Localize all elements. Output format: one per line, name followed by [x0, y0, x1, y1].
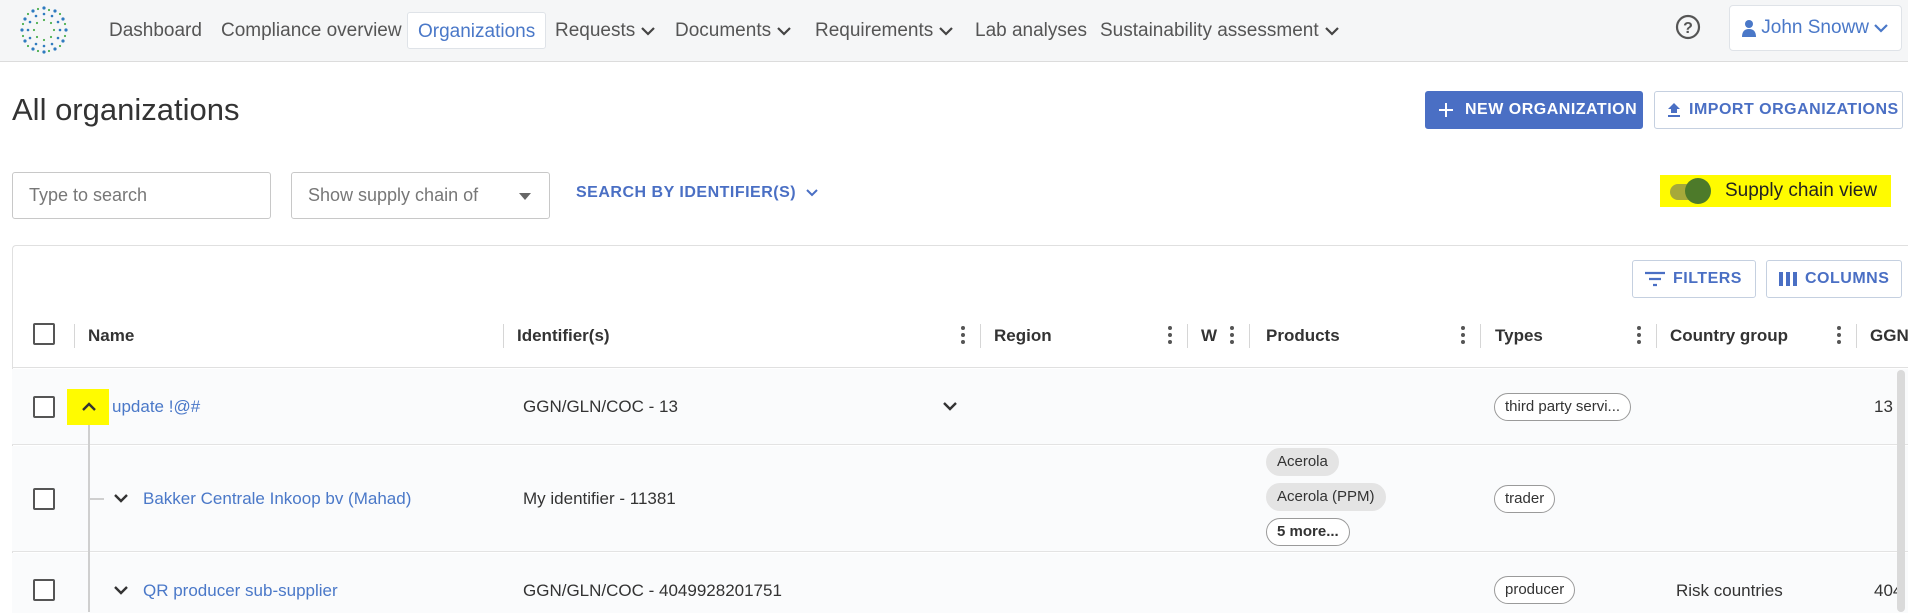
toggle-knob: [1685, 178, 1711, 204]
type-chip: producer: [1494, 576, 1576, 604]
import-organizations-button[interactable]: IMPORT ORGANIZATIONS: [1654, 91, 1903, 129]
row-checkbox[interactable]: [33, 396, 55, 418]
user-menu[interactable]: John Snoww: [1729, 5, 1902, 51]
filters-button[interactable]: FILTERS: [1632, 260, 1756, 298]
chevron-down-icon[interactable]: [942, 401, 958, 412]
user-icon: [1742, 19, 1756, 37]
nav-requirements[interactable]: Requirements: [805, 12, 963, 49]
help-circle-icon[interactable]: ?: [1675, 10, 1715, 50]
kebab-icon[interactable]: [1836, 325, 1842, 347]
chevron-down-icon: [777, 27, 791, 36]
column-header-country-group[interactable]: Country group: [1670, 326, 1788, 346]
column-separator: [1856, 324, 1857, 348]
columns-icon: [1779, 271, 1797, 286]
organization-name-link[interactable]: Bakker Centrale Inkoop bv (Mahad): [143, 489, 411, 509]
user-name: John Snoww: [1761, 17, 1870, 38]
filter-icon: [1645, 271, 1665, 286]
column-separator: [74, 324, 75, 348]
column-separator: [980, 324, 981, 348]
column-separator: [1249, 324, 1250, 348]
identifier-cell: GGN/GLN/COC - 13: [523, 397, 678, 416]
organization-name-link[interactable]: update !@#: [112, 397, 200, 417]
search-input[interactable]: Type to search: [12, 172, 271, 219]
nav-lab-analyses[interactable]: Lab analyses: [965, 12, 1097, 49]
identifier-cell: My identifier - 11381: [523, 489, 676, 508]
table-row[interactable]: QR producer sub-supplier GGN/GLN/COC - 4…: [12, 553, 1908, 613]
row-checkbox[interactable]: [33, 488, 55, 510]
chevron-down-icon: [806, 189, 818, 197]
kebab-icon[interactable]: [960, 325, 966, 347]
column-separator: [1187, 324, 1188, 348]
nav-dashboard[interactable]: Dashboard: [99, 12, 212, 49]
column-separator: [1656, 324, 1657, 348]
product-chip: Acerola (PPM): [1266, 483, 1386, 511]
table-header: Name Identifier(s) Region W Products Typ…: [12, 306, 1908, 368]
identifier-cell: GGN/GLN/COC - 4049928201751: [523, 581, 782, 600]
tree-connector-line: [88, 425, 90, 612]
more-products-chip[interactable]: 5 more...: [1266, 518, 1350, 546]
search-by-identifier-button[interactable]: SEARCH BY IDENTIFIER(S): [576, 184, 818, 202]
organization-name-link[interactable]: QR producer sub-supplier: [143, 581, 338, 601]
nav-organizations[interactable]: Organizations: [407, 12, 547, 49]
kebab-icon[interactable]: [1167, 325, 1173, 347]
column-separator: [503, 324, 504, 348]
column-header-ggn[interactable]: GGN: [1870, 326, 1908, 346]
select-all-checkbox[interactable]: [33, 323, 55, 345]
nav-documents[interactable]: Documents: [665, 12, 801, 49]
row-checkbox[interactable]: [33, 579, 55, 601]
country-group-cell: Risk countries: [1676, 581, 1783, 600]
column-header-name[interactable]: Name: [88, 326, 134, 346]
chevron-down-icon[interactable]: [113, 493, 129, 504]
column-header-products[interactable]: Products: [1266, 326, 1340, 346]
type-chip: third party servi...: [1494, 393, 1632, 421]
logo-icon[interactable]: [16, 2, 72, 58]
kebab-icon[interactable]: [1229, 325, 1235, 347]
column-separator: [1480, 324, 1481, 348]
column-header-types[interactable]: Types: [1495, 326, 1543, 346]
column-header-region[interactable]: Region: [994, 326, 1052, 346]
tree-connector-line: [88, 498, 104, 500]
columns-button[interactable]: COLUMNS: [1766, 260, 1902, 298]
table-row[interactable]: update !@# GGN/GLN/COC - 13 third party …: [12, 369, 1908, 445]
chevron-down-icon: [939, 27, 954, 36]
supply-chain-view-toggle[interactable]: Supply chain view: [1660, 175, 1891, 207]
column-header-identifiers[interactable]: Identifier(s): [517, 326, 610, 346]
table-row[interactable]: Bakker Centrale Inkoop bv (Mahad) My ide…: [12, 446, 1908, 552]
upload-icon: [1668, 102, 1680, 117]
top-navigation: Dashboard Compliance overview Organizati…: [0, 0, 1908, 62]
svg-text:?: ?: [1683, 20, 1693, 37]
nav-requests[interactable]: Requests: [545, 12, 665, 49]
chevron-down-icon: [1324, 27, 1339, 36]
collapse-expander[interactable]: [67, 389, 109, 425]
kebab-icon[interactable]: [1636, 325, 1642, 347]
ggn-cell: 13: [1874, 397, 1893, 416]
supply-chain-select[interactable]: Show supply chain of: [291, 172, 550, 219]
chevron-down-icon[interactable]: [113, 585, 129, 596]
chevron-down-icon: [641, 27, 656, 36]
new-organization-button[interactable]: NEW ORGANIZATION: [1425, 91, 1643, 129]
chevron-up-icon: [82, 402, 96, 411]
nav-compliance-overview[interactable]: Compliance overview: [211, 12, 412, 49]
chevron-down-icon: [1874, 24, 1889, 33]
plus-icon: [1439, 102, 1453, 117]
product-chip: Acerola: [1266, 448, 1339, 476]
nav-sustainability-assessment[interactable]: Sustainability assessment: [1090, 12, 1349, 49]
vertical-scrollbar[interactable]: [1897, 370, 1905, 612]
type-chip: trader: [1494, 485, 1556, 513]
supply-chain-view-label: Supply chain view: [1725, 180, 1878, 201]
caret-down-icon: [519, 193, 531, 200]
page-title: All organizations: [12, 92, 240, 127]
column-header-w[interactable]: W: [1201, 326, 1217, 346]
kebab-icon[interactable]: [1460, 325, 1466, 347]
